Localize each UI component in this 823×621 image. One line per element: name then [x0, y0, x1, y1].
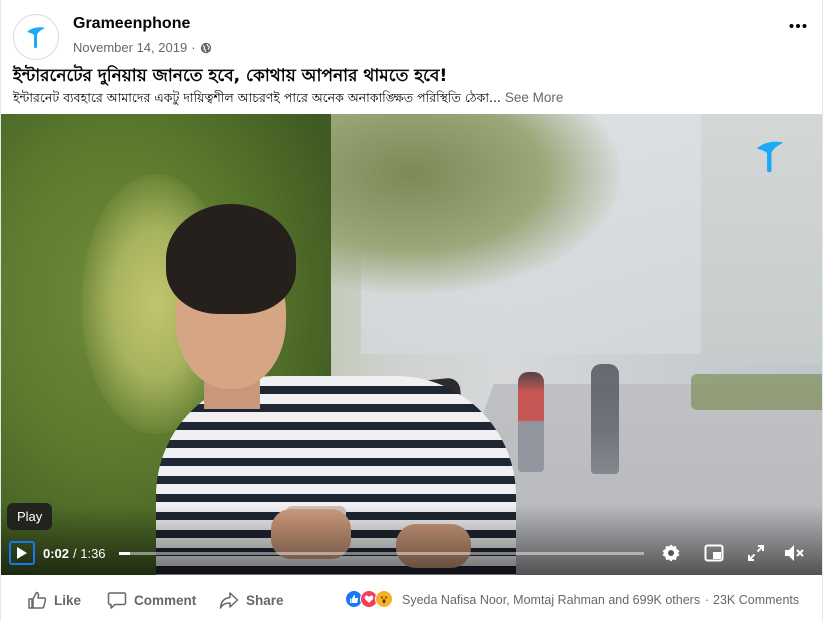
- seek-bar[interactable]: [119, 552, 644, 555]
- meta-separator: ·: [191, 40, 196, 55]
- like-button[interactable]: Like: [27, 590, 81, 610]
- settings-button[interactable]: [660, 542, 682, 564]
- post-meta: November 14, 2019 ·: [73, 40, 212, 55]
- page-name[interactable]: Grameenphone: [73, 15, 190, 33]
- reaction-names[interactable]: Syeda Nafisa Noor, Momtaj Rahman and 699…: [402, 593, 700, 607]
- seek-bar-progress: [119, 552, 131, 555]
- picture-in-picture-button[interactable]: [703, 542, 725, 564]
- video-frame-cyclist: [591, 364, 619, 474]
- post-date[interactable]: November 14, 2019: [73, 40, 187, 55]
- fullscreen-button[interactable]: [745, 542, 767, 564]
- pip-icon: [704, 544, 724, 562]
- thumbs-up-icon: [28, 591, 47, 609]
- current-time: 0:02: [43, 546, 70, 561]
- play-tooltip: Play: [7, 503, 53, 530]
- video-frame-curb: [691, 374, 822, 410]
- more-options-button[interactable]: [788, 16, 808, 36]
- share-icon: [219, 592, 239, 609]
- share-label: Share: [246, 592, 284, 608]
- mute-icon: [785, 545, 804, 561]
- play-icon: [17, 547, 27, 559]
- globe-icon[interactable]: [200, 42, 212, 54]
- wow-reaction-icon: [375, 590, 393, 608]
- play-button[interactable]: [9, 541, 35, 565]
- comments-count[interactable]: 23K Comments: [713, 593, 799, 607]
- video-frame-pedestrian: [518, 372, 544, 472]
- post-card: Grameenphone November 14, 2019 · ইন্টারন…: [0, 0, 823, 621]
- mute-button[interactable]: [783, 542, 805, 564]
- video-player[interactable]: Play 0:02 / 1:36: [1, 114, 822, 575]
- post-body-text: ইন্টারনেট ব্যবহারে আমাদের একটু দায়িত্বশ…: [13, 90, 501, 105]
- post-footer: Like Comment Share Syeda Nafisa Noor, Mo…: [1, 578, 822, 621]
- comment-icon: [107, 592, 127, 609]
- fullscreen-icon: [748, 545, 764, 561]
- see-more-link[interactable]: See More: [505, 90, 564, 105]
- page-avatar[interactable]: [13, 14, 59, 60]
- reactions-summary[interactable]: [345, 590, 393, 608]
- post-headline: ইন্টারনেটের দুনিয়ায় জানতে হবে, কোথায় …: [13, 66, 448, 86]
- like-label: Like: [54, 592, 82, 608]
- footer-separator: ·: [705, 593, 710, 607]
- comment-label: Comment: [134, 592, 197, 608]
- grameenphone-watermark-icon: [756, 141, 784, 173]
- video-frame-hair: [166, 204, 296, 314]
- duration: / 1:36: [73, 546, 106, 561]
- share-button[interactable]: Share: [219, 590, 284, 610]
- comment-button[interactable]: Comment: [107, 590, 196, 610]
- grameenphone-logo: [27, 27, 45, 49]
- controls-overlay: [1, 505, 822, 575]
- more-horizontal-icon: [789, 24, 807, 28]
- post-body: ইন্টারনেট ব্যবহারে আমাদের একটু দায়িত্বশ…: [13, 90, 563, 110]
- settings-icon: [662, 544, 680, 562]
